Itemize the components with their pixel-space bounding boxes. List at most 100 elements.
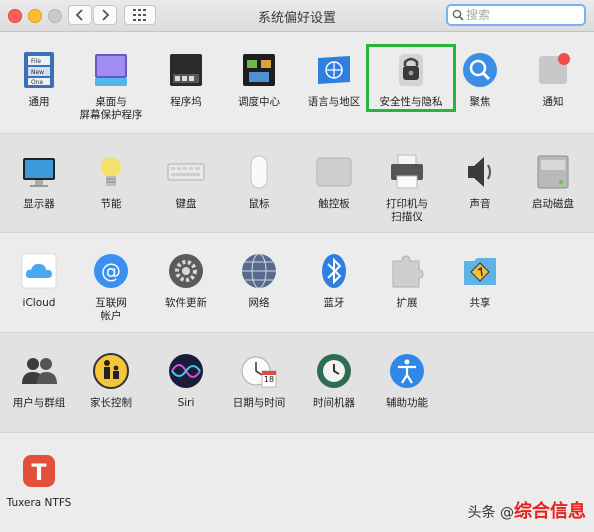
pref-sound[interactable]: 声音	[442, 152, 518, 211]
siri-icon	[166, 351, 206, 391]
pref-desktop-screensaver[interactable]: 桌面与 屏幕保护程序	[73, 50, 149, 122]
forward-button[interactable]	[93, 5, 117, 25]
pref-users-groups[interactable]: 用户与群组	[1, 351, 77, 410]
pref-tuxera-ntfs[interactable]: T Tuxera NTFS	[1, 451, 77, 510]
keyboard-icon	[166, 152, 206, 192]
time-machine-icon	[314, 351, 354, 391]
chevron-left-icon	[75, 9, 83, 21]
pref-label: 日期与时间	[232, 397, 286, 409]
pref-label: 语言与地区	[307, 96, 361, 108]
sharing-icon	[460, 251, 500, 291]
tuxera-ntfs-icon: T	[19, 451, 59, 491]
pref-label: 家长控制	[90, 397, 132, 409]
spotlight-icon	[460, 50, 500, 90]
dock-icon	[166, 50, 206, 90]
pref-trackpad[interactable]: 触控板	[296, 152, 372, 211]
zoom-window-button[interactable]	[48, 9, 62, 23]
pref-label: 程序坞	[170, 96, 202, 108]
pref-label: 打印机与 扫描仪	[386, 198, 428, 223]
mouse-icon	[239, 152, 279, 192]
pref-dock[interactable]: 程序坞	[148, 50, 224, 109]
pref-network[interactable]: 网络	[221, 251, 297, 310]
pref-energy-saver[interactable]: 节能	[73, 152, 149, 211]
desktop-icon	[91, 50, 131, 90]
pref-label: 蓝牙	[323, 297, 345, 309]
printer-icon	[387, 152, 427, 192]
pref-extensions[interactable]: 扩展	[369, 251, 445, 310]
grid-icon	[133, 9, 146, 21]
pref-bluetooth[interactable]: 蓝牙	[296, 251, 372, 310]
system-section: 用户与群组 家长控制 Siri 18 日期与时间 时间机器 辅助功能	[0, 332, 594, 432]
pref-parental-controls[interactable]: 家长控制	[73, 351, 149, 410]
internet-accounts-icon: @	[91, 251, 131, 291]
pref-label: iCloud	[22, 297, 56, 309]
svg-text:New: New	[31, 69, 44, 76]
pref-label: 软件更新	[165, 297, 207, 309]
pref-mission-control[interactable]: 调度中心	[221, 50, 297, 109]
pref-label: 鼠标	[248, 198, 270, 210]
personal-section: File New One 通用 桌面与 屏幕保护程序 程序坞 调度中心 语言与地区 …	[0, 32, 594, 132]
mission-control-icon	[239, 50, 279, 90]
date-time-icon: 18	[239, 351, 279, 391]
pref-keyboard[interactable]: 键盘	[148, 152, 224, 211]
pref-label: 共享	[469, 297, 491, 309]
window-title: 系统偏好设置	[257, 11, 336, 26]
language-region-icon	[314, 50, 354, 90]
parental-controls-icon	[91, 351, 131, 391]
pref-date-time[interactable]: 18 日期与时间	[221, 351, 297, 410]
minimize-window-button[interactable]	[28, 9, 42, 23]
svg-text:File: File	[31, 58, 41, 65]
pref-time-machine[interactable]: 时间机器	[296, 351, 372, 410]
pref-label: 用户与群组	[12, 397, 66, 409]
svg-text:@: @	[101, 259, 121, 283]
general-icon: File New One	[19, 50, 59, 90]
close-window-button[interactable]	[8, 9, 22, 23]
show-all-button[interactable]	[124, 5, 156, 25]
pref-label: 通知	[542, 96, 564, 108]
pref-internet-accounts[interactable]: @ 互联网 帐户	[73, 251, 149, 323]
pref-label: 调度中心	[238, 96, 280, 108]
pref-mouse[interactable]: 鼠标	[221, 152, 297, 211]
pref-label: 互联网 帐户	[95, 297, 127, 322]
sound-icon	[460, 152, 500, 192]
pref-label: 键盘	[175, 198, 197, 210]
pref-software-update[interactable]: 软件更新	[148, 251, 224, 310]
pref-label: 辅助功能	[386, 397, 428, 409]
pref-icloud[interactable]: iCloud	[1, 251, 77, 310]
chevron-right-icon	[102, 9, 110, 21]
extensions-icon	[387, 251, 427, 291]
pref-language-region[interactable]: 语言与地区	[296, 50, 372, 109]
notifications-icon	[533, 50, 573, 90]
search-icon	[452, 9, 464, 21]
back-button[interactable]	[68, 5, 92, 25]
search-input[interactable]	[466, 7, 578, 23]
pref-siri[interactable]: Siri	[148, 351, 224, 410]
watermark-name: 综合信息	[514, 501, 586, 522]
icloud-icon	[19, 251, 59, 291]
users-groups-icon	[19, 351, 59, 391]
svg-text:T: T	[31, 461, 46, 486]
pref-accessibility[interactable]: 辅助功能	[369, 351, 445, 410]
pref-printers-scanners[interactable]: 打印机与 扫描仪	[369, 152, 445, 224]
svg-text:One: One	[31, 79, 44, 86]
bluetooth-icon	[314, 251, 354, 291]
pref-label: 时间机器	[313, 397, 355, 409]
pref-startup-disk[interactable]: 启动磁盘	[515, 152, 591, 211]
calendar-day: 18	[263, 375, 275, 384]
pref-label: 显示器	[23, 198, 55, 210]
hardware-section: 显示器 节能 键盘 鼠标 触控板 打印机与 扫描仪 声音 启动磁盘	[0, 133, 594, 232]
pref-displays[interactable]: 显示器	[1, 152, 77, 211]
software-update-icon	[166, 251, 206, 291]
pref-notifications[interactable]: 通知	[515, 50, 591, 109]
pref-general[interactable]: File New One 通用	[1, 50, 77, 109]
pref-sharing[interactable]: 共享	[442, 251, 518, 310]
search-box[interactable]	[446, 4, 586, 26]
pref-label: Siri	[177, 397, 195, 409]
pref-label: 节能	[100, 198, 122, 210]
window-titlebar: 系统偏好设置	[0, 0, 594, 32]
internet-section: iCloud @ 互联网 帐户 软件更新 网络 蓝牙 扩展 共享	[0, 232, 594, 332]
network-icon	[239, 251, 279, 291]
startup-disk-icon	[533, 152, 573, 192]
watermark: 头条 @综合信息	[468, 497, 586, 523]
pref-label: 桌面与 屏幕保护程序	[79, 96, 143, 121]
